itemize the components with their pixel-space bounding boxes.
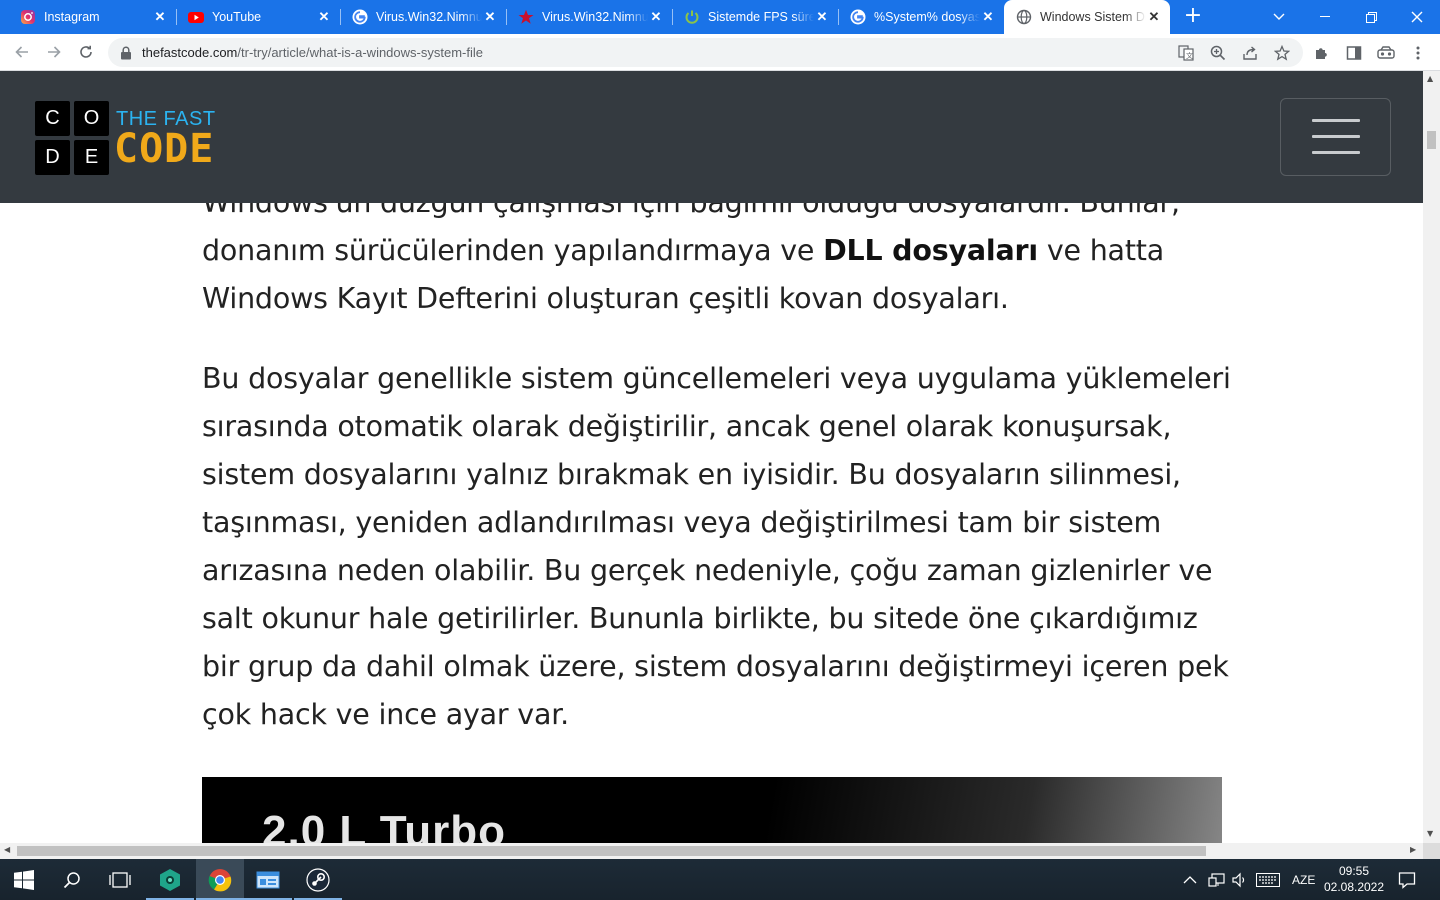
close-icon[interactable]: ✕ xyxy=(482,9,498,25)
extensions-icon[interactable] xyxy=(1313,44,1331,62)
tab-system-file[interactable]: %System% dosyası ✕ xyxy=(838,0,1004,34)
close-icon[interactable]: ✕ xyxy=(980,9,996,25)
volume-icon[interactable] xyxy=(1232,859,1248,900)
power-green-icon xyxy=(684,9,700,25)
tab-title: Windows Sistem Dosyası xyxy=(1040,10,1146,24)
hamburger-line xyxy=(1312,135,1360,138)
scroll-thumb[interactable] xyxy=(17,846,1206,856)
tab-title: Virus.Win32.Nimnul xyxy=(376,10,482,24)
site-header: C O D E THE FAST CODE xyxy=(0,71,1423,203)
tab-instagram[interactable]: Instagram ✕ xyxy=(8,0,176,34)
restore-icon[interactable] xyxy=(1348,0,1394,34)
logo-letter: D xyxy=(35,140,70,175)
tab-virus-2[interactable]: Virus.Win32.Nimnul ✕ xyxy=(506,0,672,34)
hamburger-line xyxy=(1312,119,1360,122)
close-icon[interactable]: ✕ xyxy=(1146,9,1162,25)
logo-letter: E xyxy=(74,140,109,175)
new-tab-button[interactable]: + xyxy=(1181,5,1205,29)
google-icon xyxy=(850,9,866,25)
tab-search-icon[interactable] xyxy=(1256,0,1302,34)
keyboard-icon[interactable] xyxy=(1256,859,1280,900)
instagram-icon xyxy=(20,9,36,25)
profile-icon[interactable] xyxy=(1377,44,1395,62)
reload-icon[interactable] xyxy=(74,40,98,64)
hamburger-line xyxy=(1312,151,1360,154)
logo-letter: C xyxy=(35,101,70,136)
horizontal-scrollbar[interactable]: ◀ ▶ xyxy=(0,843,1423,859)
image-caption: 2.0 L Turbo xyxy=(262,807,507,843)
vertical-scrollbar[interactable]: ▲ ▼ xyxy=(1423,71,1440,843)
start-windows-icon[interactable] xyxy=(0,859,48,900)
lock-icon[interactable] xyxy=(120,45,132,64)
dll-link-text: DLL dosyaları xyxy=(823,234,1038,267)
tray-chevron-icon[interactable] xyxy=(1183,859,1197,900)
share-icon[interactable] xyxy=(1242,45,1258,61)
app-shield-icon[interactable] xyxy=(146,859,194,900)
task-view-icon[interactable] xyxy=(96,859,144,900)
star-red-icon xyxy=(518,9,534,25)
search-icon[interactable] xyxy=(48,859,96,900)
scroll-left-icon[interactable]: ◀ xyxy=(4,845,10,854)
back-icon[interactable] xyxy=(10,40,34,64)
tab-title: YouTube xyxy=(212,10,262,24)
tab-youtube[interactable]: YouTube ✕ xyxy=(176,0,340,34)
side-panel-icon[interactable] xyxy=(1345,44,1363,62)
url-domain: thefastcode.com xyxy=(142,45,238,60)
menu-kebab-icon[interactable] xyxy=(1409,44,1427,62)
address-bar[interactable]: thefastcode.com/tr-try/article/what-is-a… xyxy=(108,38,1303,67)
chrome-icon[interactable] xyxy=(196,859,244,900)
close-icon[interactable]: ✕ xyxy=(316,9,332,25)
close-icon[interactable]: ✕ xyxy=(152,9,168,25)
clock-date: 02.08.2022 xyxy=(1323,880,1385,894)
close-icon[interactable]: ✕ xyxy=(648,9,664,25)
notification-icon[interactable] xyxy=(1398,859,1416,900)
steam-icon[interactable] xyxy=(294,859,342,900)
article-paragraph-2: Bu dosyalar genellikle sistem güncelleme… xyxy=(202,362,1231,731)
taskbar-clock[interactable]: 09:55 02.08.2022 xyxy=(1318,863,1390,895)
globe-icon xyxy=(1016,9,1032,25)
svg-text:文: 文 xyxy=(1186,51,1193,60)
tab-virus-1[interactable]: Virus.Win32.Nimnul ✕ xyxy=(340,0,506,34)
close-icon[interactable]: ✕ xyxy=(814,9,830,25)
article-body: Windows'un düzgün çalışması için bağımlı… xyxy=(202,179,1232,771)
tab-strip: Instagram ✕ YouTube ✕ Virus.Win32.Nimnul… xyxy=(0,0,1440,34)
tab-title: %System% dosyası xyxy=(874,10,980,24)
scroll-up-icon[interactable]: ▲ xyxy=(1427,74,1433,83)
clock-time: 09:55 xyxy=(1338,864,1370,878)
youtube-icon xyxy=(188,9,204,25)
translate-icon[interactable]: 文 xyxy=(1178,45,1194,61)
tab-title: Instagram xyxy=(44,10,100,24)
article-image: 2.0 L Turbo xyxy=(202,777,1222,843)
google-icon xyxy=(352,9,368,25)
logo-wordmark: CODE xyxy=(114,126,215,172)
bookmark-star-icon[interactable] xyxy=(1274,45,1290,61)
tab-fps[interactable]: Sistemde FPS sürekli ✕ xyxy=(672,0,838,34)
control-panel-icon[interactable] xyxy=(244,859,292,900)
scroll-down-icon[interactable]: ▼ xyxy=(1427,829,1433,838)
zoom-icon[interactable] xyxy=(1210,45,1226,61)
tab-windows-system-active[interactable]: Windows Sistem Dosyası ✕ xyxy=(1004,0,1170,34)
windows-taskbar: AZE 09:55 02.08.2022 xyxy=(0,859,1440,900)
window-close-icon[interactable] xyxy=(1394,0,1440,34)
scroll-right-icon[interactable]: ▶ xyxy=(1410,845,1416,854)
forward-icon[interactable] xyxy=(42,40,66,64)
url-path: /tr-try/article/what-is-a-windows-system… xyxy=(237,45,483,60)
tab-title: Virus.Win32.Nimnul xyxy=(542,10,648,24)
hamburger-menu-button[interactable] xyxy=(1280,98,1391,176)
logo-letter: O xyxy=(74,101,109,136)
network-icon[interactable] xyxy=(1208,859,1226,900)
tab-title: Sistemde FPS sürekli xyxy=(708,10,814,24)
scrollbar-corner xyxy=(1423,843,1440,859)
minimize-icon[interactable] xyxy=(1302,0,1348,34)
language-indicator[interactable]: AZE xyxy=(1292,859,1315,900)
browser-toolbar: thefastcode.com/tr-try/article/what-is-a… xyxy=(0,34,1440,71)
scroll-thumb[interactable] xyxy=(1427,131,1436,149)
url-text[interactable]: thefastcode.com/tr-try/article/what-is-a… xyxy=(142,45,483,60)
site-logo[interactable]: C O D E xyxy=(35,101,109,175)
page-viewport: Windows'un düzgün çalışması için bağımlı… xyxy=(0,71,1423,843)
